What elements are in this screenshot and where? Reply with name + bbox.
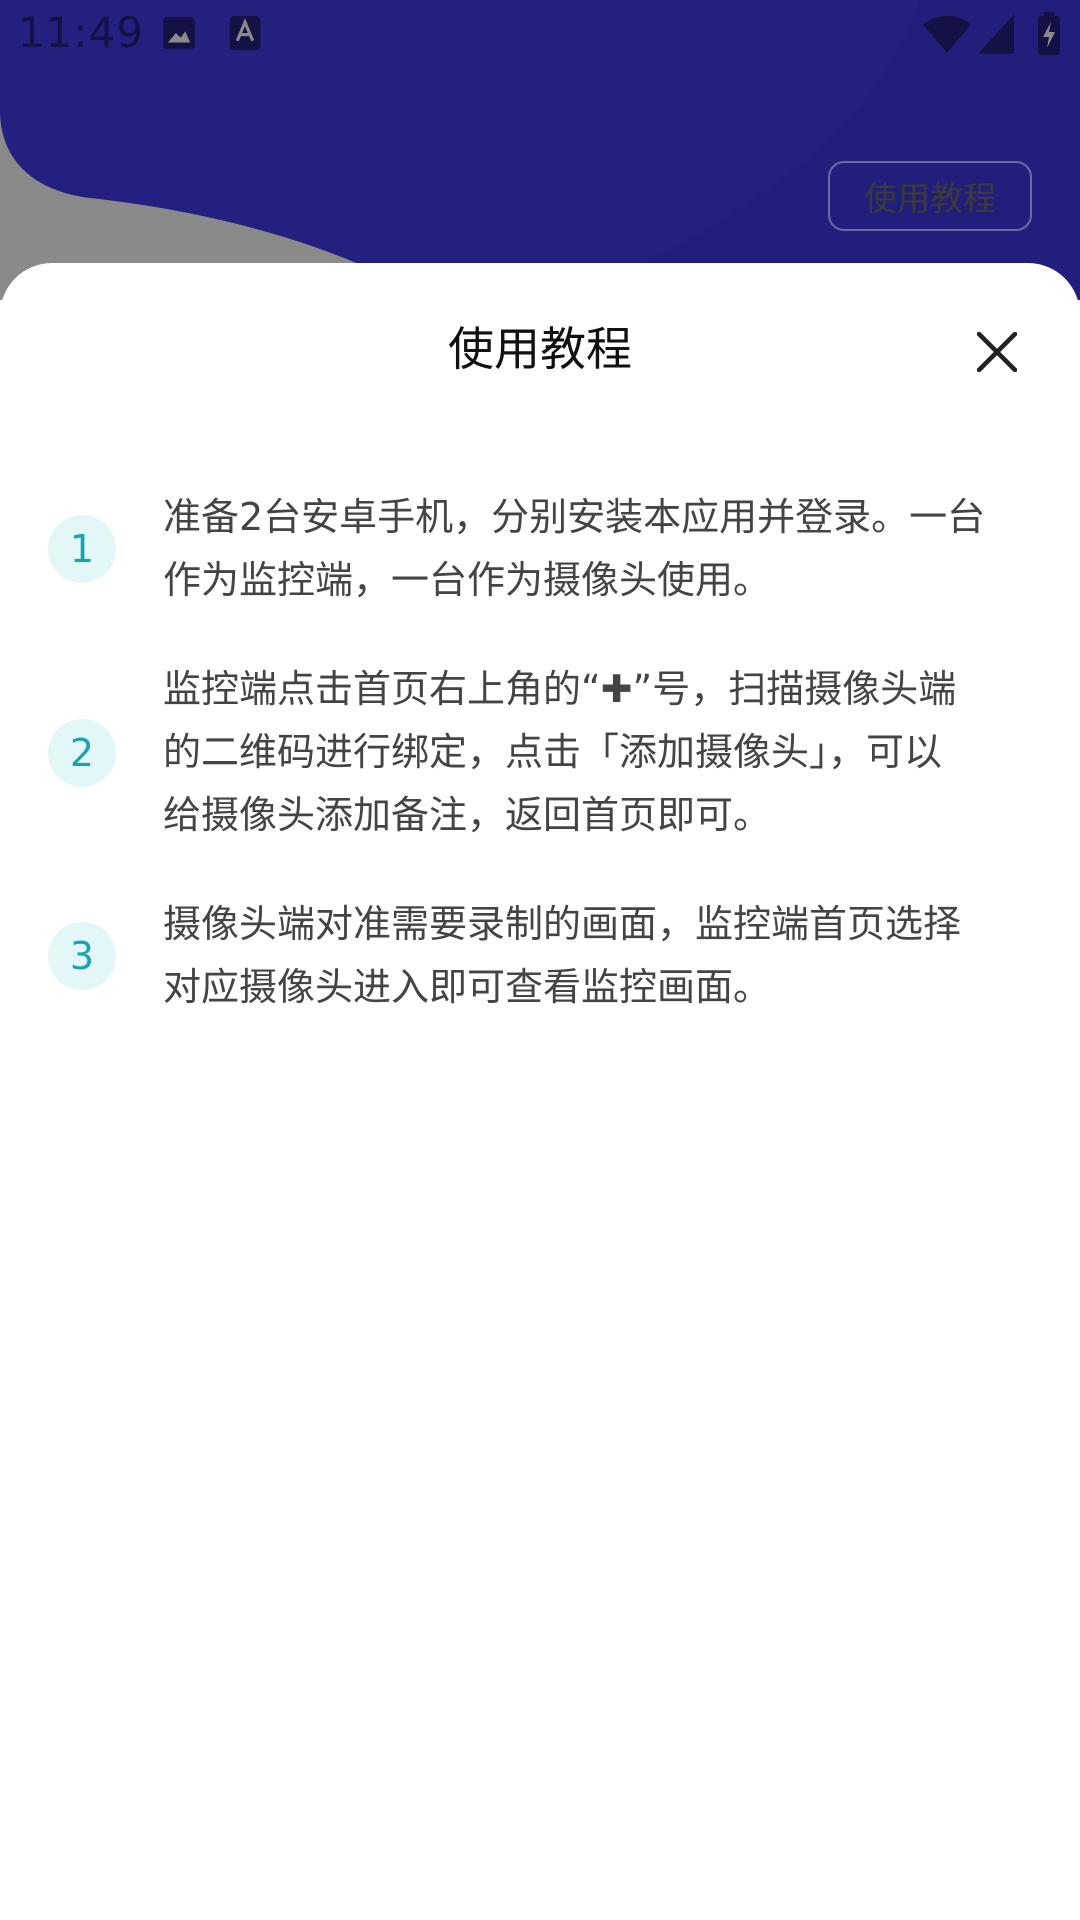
battery-charging-icon <box>1038 12 1060 55</box>
image-icon <box>163 17 195 49</box>
step-text: 摄像头端对准需要录制的画面，监控端首页选择 对应摄像头进入即可查看监控画面。 <box>163 902 962 1009</box>
close-button[interactable] <box>966 321 1028 383</box>
tutorial-button[interactable]: 使用教程 <box>828 161 1032 231</box>
step-text: 监控端点击首页右上角的“✚”号，扫描摄像头端 的二维码进行绑定，点击「添加摄像头… <box>163 667 957 837</box>
signal-icon <box>978 14 1014 54</box>
status-time: 11:49 <box>18 8 145 57</box>
close-icon <box>977 332 1017 372</box>
status-bar: 11:49 <box>0 0 1080 72</box>
wifi-icon <box>923 16 971 53</box>
step-text: 准备2台安卓手机，分别安装本应用并登录。一台 作为监控端，一台作为摄像头使用。 <box>163 495 986 602</box>
tutorial-bottom-sheet: 使用教程 1 准备2台安卓手机，分别安装本应用并登录。一台 作为监控端，一台作为… <box>0 263 1080 1920</box>
sheet-title: 使用教程 <box>448 322 632 376</box>
step-number-badge: 3 <box>48 922 116 990</box>
font-icon <box>229 16 261 50</box>
step-number-badge: 2 <box>48 719 116 787</box>
step-number-badge: 1 <box>48 515 116 583</box>
